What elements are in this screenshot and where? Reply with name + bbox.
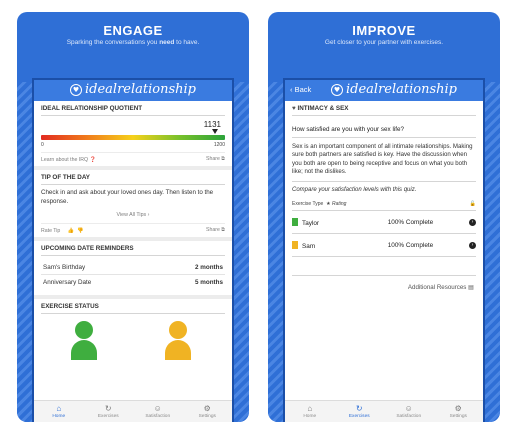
home-content: IDEAL RELATIONSHIP QUOTIENT 1131 0 1200 … — [34, 101, 232, 400]
tip-share-button[interactable]: Share ⧉ — [206, 227, 225, 234]
irq-share-button[interactable]: Share ⧉ — [206, 156, 225, 163]
tip-footer: Rate Tip 👍 👎 Share ⧉ — [41, 223, 225, 234]
exercise-type-row: Exercise Type ★ Rating 🔓 — [292, 197, 476, 211]
heart-icon: ♥ — [292, 105, 296, 112]
irq-gauge — [41, 129, 225, 140]
participant-name: Taylor — [302, 219, 320, 227]
tip-card-title: TIP OF THE DAY — [41, 174, 225, 185]
help-icon: ❓ — [89, 156, 96, 163]
partner-green-avatar[interactable] — [71, 321, 97, 360]
exercise-status-title: EXERCISE STATUS — [41, 303, 225, 314]
reminder-label: Anniversary Date — [43, 279, 92, 286]
person-icon — [292, 240, 298, 249]
app-bar: ♥ idealrelationship — [34, 80, 232, 101]
heart-icon: ♥ — [330, 84, 343, 96]
irq-card: IDEAL RELATIONSHIP QUOTIENT 1131 0 1200 … — [34, 101, 232, 170]
reminders-card: UPCOMING DATE REMINDERS Sam's Birthday 2… — [34, 241, 232, 299]
chevron-right-icon: › — [147, 212, 150, 218]
avatar-body — [71, 340, 97, 360]
tab-exercises[interactable]: ↻ Exercises — [335, 401, 385, 422]
reminder-row[interactable]: Anniversary Date 5 months — [41, 275, 225, 289]
tab-exercises[interactable]: ↻ Exercises — [84, 401, 134, 422]
heart-icon: ♥ — [69, 84, 82, 96]
reminder-value: 5 months — [195, 279, 223, 286]
tab-home[interactable]: ⌂ Home — [34, 401, 84, 422]
book-icon: ▤ — [468, 283, 474, 291]
gear-icon: ⚙ — [203, 404, 211, 413]
irq-footer: Learn about the IRQ ❓ Share ⧉ — [41, 152, 225, 163]
bottom-tab-bar: ⌂ Home ↻ Exercises ☺ Satisfaction ⚙ Settings — [34, 400, 232, 422]
smiley-icon: ☺ — [404, 404, 413, 413]
phone-screen-exercise: ‹ Back ♥ idealrelationship ♥ INTIMACY & S… — [283, 78, 485, 422]
exercise-instruction: Compare your satisfaction levels with th… — [292, 186, 417, 193]
tab-satisfaction[interactable]: ☺ Satisfaction — [133, 401, 183, 422]
irq-min: 0 — [41, 142, 44, 148]
home-icon: ⌂ — [307, 404, 313, 413]
chevron-right-icon: › — [469, 241, 476, 249]
reminder-value: 2 months — [195, 264, 223, 271]
home-icon: ⌂ — [56, 404, 62, 413]
exercise-content: ♥ INTIMACY & SEX How satisfied are you w… — [285, 101, 483, 400]
reminders-card-title: UPCOMING DATE REMINDERS — [41, 245, 225, 256]
tip-text: Check in and ask about your loved ones d… — [41, 189, 214, 205]
learn-irq-link[interactable]: Learn about the IRQ ❓ — [41, 157, 96, 163]
participant-name: Sam — [302, 242, 316, 250]
avatar-head — [75, 321, 93, 339]
share-icon: ⧉ — [221, 156, 225, 162]
tab-settings[interactable]: ⚙ Settings — [183, 401, 233, 422]
avatar-body — [165, 340, 191, 360]
app-bar: ‹ Back ♥ idealrelationship — [285, 80, 483, 101]
engage-panel: ENGAGE Sparking the conversations you ne… — [17, 12, 249, 422]
refresh-icon: ↻ — [104, 404, 112, 413]
irq-gauge-ends: 0 1200 — [41, 142, 225, 148]
irq-max: 1200 — [213, 142, 225, 148]
partner-yellow-avatar[interactable] — [165, 321, 191, 360]
participant-status: 100% Complete — [387, 218, 434, 226]
tip-card: TIP OF THE DAY Check in and ask about yo… — [34, 170, 232, 241]
phone-screen-home: ♥ idealrelationship IDEAL RELATIONSHIP QU… — [32, 78, 234, 422]
exercise-description: Sex is an important component of all int… — [292, 138, 476, 182]
additional-resources-link[interactable]: Additional Resources ▤ — [292, 274, 476, 299]
refresh-icon: ↻ — [355, 404, 363, 413]
smiley-icon: ☺ — [153, 404, 162, 413]
thumbs-up-icon[interactable]: 👍 — [68, 228, 74, 234]
unlock-icon: 🔓 — [469, 200, 476, 207]
tab-home[interactable]: ⌂ Home — [285, 401, 335, 422]
gear-icon: ⚙ — [454, 404, 462, 413]
irq-card-title: IDEAL RELATIONSHIP QUOTIENT — [41, 105, 225, 116]
reminder-row[interactable]: Sam's Birthday 2 months — [41, 260, 225, 275]
rate-tip: Rate Tip 👍 👎 — [41, 227, 84, 234]
irq-score: 1131 — [203, 120, 221, 129]
reminder-label: Sam's Birthday — [43, 264, 86, 271]
exercise-type-label: Exercise Type — [292, 200, 324, 207]
app-logo: ♥ idealrelationship — [305, 82, 483, 97]
irq-gauge-marker — [211, 129, 218, 134]
star-icon: ★ — [326, 200, 331, 207]
panel-subtitle: Get closer to your partner with exercise… — [324, 39, 444, 46]
exercise-question: How satisfied are you with your sex life… — [292, 120, 476, 138]
view-all-tips-link[interactable]: View All Tips › — [41, 212, 225, 218]
panel-subtitle: Sparking the conversations you need to h… — [66, 39, 200, 46]
chevron-left-icon: ‹ — [290, 85, 293, 94]
tab-settings[interactable]: ⚙ Settings — [434, 401, 484, 422]
tab-satisfaction[interactable]: ☺ Satisfaction — [384, 401, 434, 422]
participant-status: 100% Complete — [387, 241, 434, 249]
avatar-head — [169, 321, 187, 339]
section-title: ♥ INTIMACY & SEX — [292, 105, 476, 116]
exercise-status-card: EXERCISE STATUS — [34, 299, 232, 379]
exercise-type-value: Rating — [331, 200, 347, 207]
participant-row[interactable]: Sam 100% Complete › — [292, 234, 476, 257]
app-logo: ♥ idealrelationship — [34, 82, 232, 97]
chevron-right-icon: › — [469, 218, 476, 226]
share-icon: ⧉ — [221, 227, 225, 233]
panel-title: ENGAGE — [103, 23, 163, 38]
panel-title: IMPROVE — [352, 23, 416, 38]
participant-row[interactable]: Taylor 100% Complete › — [292, 211, 476, 234]
improve-panel: IMPROVE Get closer to your partner with … — [268, 12, 500, 422]
bottom-tab-bar: ⌂ Home ↻ Exercises ☺ Satisfaction ⚙ Settings — [285, 400, 483, 422]
thumbs-down-icon[interactable]: 👎 — [77, 228, 83, 234]
person-icon — [292, 217, 298, 226]
